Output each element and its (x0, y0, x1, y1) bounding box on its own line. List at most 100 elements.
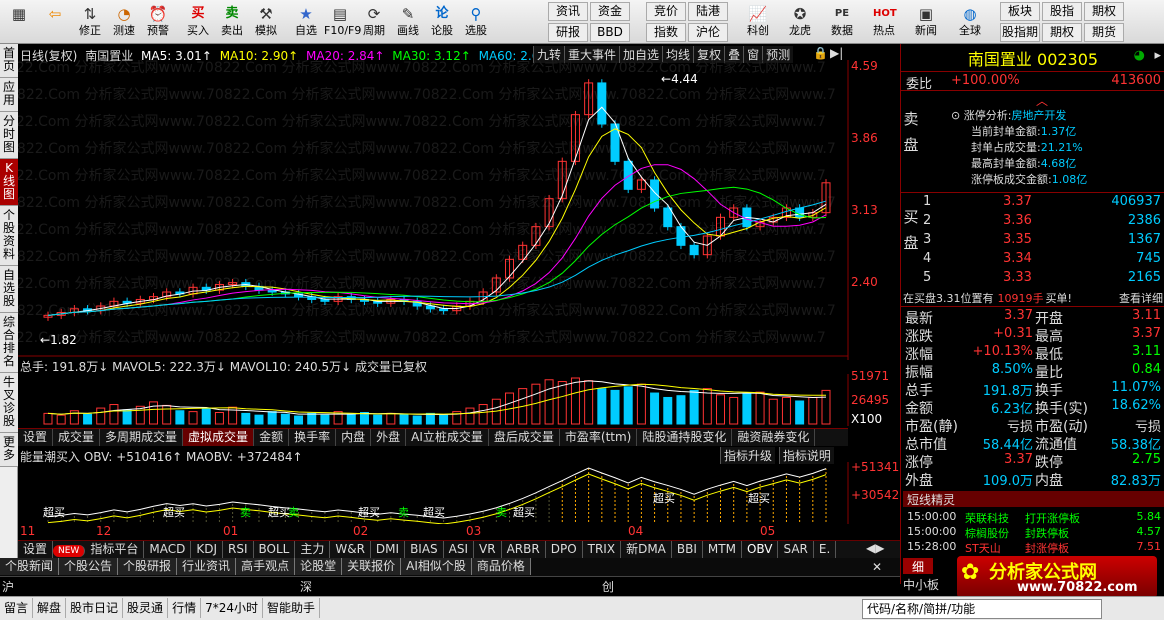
left-tab-3[interactable]: K线图 (0, 159, 18, 206)
close-news-icon[interactable]: ✕ (872, 560, 882, 574)
indicator-tab[interactable]: ASI (444, 541, 475, 558)
toolbar-link[interactable]: 竞价 (646, 2, 686, 21)
left-tab-5[interactable]: 自选股 (0, 266, 18, 313)
status-link[interactable]: 股灵通 (123, 598, 169, 618)
全球-toolbar-button[interactable]: ◍ 全球 (952, 2, 988, 42)
left-tab-1[interactable]: 应用 (0, 78, 18, 112)
bid-row[interactable]: 1 3.37 406937 (921, 194, 1164, 213)
indicator-tab[interactable]: NEW (53, 545, 86, 557)
kline-chart[interactable]: 0822.Com 分析家公式网www.70822.Com 分析家公式网www.7… (18, 60, 900, 360)
indicator-tab[interactable]: 主力 (295, 541, 331, 558)
toolbar-link[interactable]: 期货 (1084, 23, 1124, 42)
news-tab[interactable]: 个股研报 (118, 558, 178, 575)
toolbar-link[interactable]: 陆港 (688, 2, 728, 21)
indicator-tab[interactable]: ARBR (502, 541, 546, 558)
indicator-tab[interactable]: BOLL (254, 541, 296, 558)
left-tab-7[interactable]: 牛叉诊股 (0, 373, 18, 433)
news-tab[interactable]: 个股公告 (59, 558, 119, 575)
toolbar-link[interactable]: 资金 (590, 2, 630, 21)
indicator-tab[interactable]: 设置 (18, 541, 54, 558)
toolbar-link[interactable]: 指数 (646, 23, 686, 42)
left-tab-0[interactable]: 首页 (0, 44, 18, 78)
grid-toolbar-button[interactable]: ▦ (2, 2, 36, 42)
news-tab[interactable]: 高手观点 (236, 558, 296, 575)
indicator-tab[interactable]: KDJ (191, 541, 223, 558)
indicator-tab[interactable]: OBV (742, 541, 779, 558)
toolbar-link[interactable]: 股指 (1042, 2, 1082, 21)
volume-subtab[interactable]: 虚拟成交量 (183, 429, 255, 446)
news-tab[interactable]: 行业资讯 (177, 558, 237, 575)
volume-subtab[interactable]: 陆股通持股变化 (637, 429, 733, 446)
news-tab[interactable]: 商品价格 (471, 558, 531, 575)
index-label[interactable]: 创 (602, 578, 614, 595)
买入-toolbar-button[interactable]: 买买入 (182, 2, 214, 42)
科创-toolbar-button[interactable]: 📈 科创 (740, 2, 776, 42)
index-label[interactable]: 深 (300, 578, 312, 595)
scroll-left-icon[interactable]: ◀▶ (866, 541, 884, 555)
status-link[interactable]: 智能助手 (263, 598, 320, 618)
测速-toolbar-button[interactable]: ◔ 测速 (108, 2, 140, 42)
status-link[interactable]: 股市日记 (66, 598, 124, 618)
龙虎-toolbar-button[interactable]: ✪ 龙虎 (782, 2, 818, 42)
选股-toolbar-button[interactable]: ⚲ 选股 (460, 2, 492, 42)
volume-subtab[interactable]: 设置 (18, 429, 54, 446)
volume-subtab[interactable]: 金额 (254, 429, 290, 446)
自选-toolbar-button[interactable]: ★ 自选 (290, 2, 322, 42)
volume-subtab[interactable]: 换手率 (289, 429, 337, 446)
indicator-tab[interactable]: MACD (144, 541, 192, 558)
模拟-toolbar-button[interactable]: ⚒ 模拟 (250, 2, 282, 42)
indicator-tab[interactable]: VR (474, 541, 502, 558)
F10/F9-toolbar-button[interactable]: ▤ F10/F9 (324, 2, 361, 42)
bid-row[interactable]: 5 3.33 2165 (921, 270, 1164, 289)
volume-subtab[interactable]: AI立桩成交量 (406, 429, 489, 446)
expand-icon[interactable]: ▸ (1154, 48, 1161, 63)
indicator-tab[interactable]: E. (814, 541, 837, 558)
热点-toolbar-button[interactable]: HOT 热点 (866, 2, 902, 42)
修正-toolbar-button[interactable]: ⇅ 修正 (74, 2, 106, 42)
toolbar-link[interactable]: 股指期 (1000, 23, 1040, 42)
news-tab[interactable]: 关联报价 (342, 558, 402, 575)
indicator-tab[interactable]: W&R (330, 541, 371, 558)
status-link[interactable]: 7*24小时 (201, 598, 263, 618)
status-link[interactable]: 行情 (168, 598, 202, 618)
collapse-icon[interactable]: ︿ (1036, 92, 1048, 109)
volume-chart[interactable] (18, 374, 900, 426)
status-link[interactable]: 留言 (0, 598, 34, 618)
toolbar-link[interactable]: 期权 (1042, 23, 1082, 42)
画线-toolbar-button[interactable]: ✎ 画线 (392, 2, 424, 42)
volume-subtab[interactable]: 外盘 (371, 429, 407, 446)
indicator-tab[interactable]: 指标平台 (85, 541, 145, 558)
toolbar-link[interactable]: 研报 (548, 23, 588, 42)
left-tab-8[interactable]: 更多 (0, 433, 18, 467)
view-detail-link[interactable]: 查看详细 (1119, 290, 1163, 306)
indicator-tab[interactable]: 新DMA (621, 541, 672, 558)
status-link[interactable]: 解盘 (33, 598, 67, 618)
indicator-tab[interactable]: MTM (703, 541, 742, 558)
app-icon[interactable]: ◕ (1134, 48, 1145, 63)
news-tab[interactable]: AI相似个股 (401, 558, 472, 575)
indicator-tab[interactable]: SAR (778, 541, 814, 558)
toolbar-link[interactable]: 沪伦 (688, 23, 728, 42)
indicator-tab[interactable]: RSI (223, 541, 254, 558)
bid-row[interactable]: 4 3.34 745 (921, 251, 1164, 270)
left-tab-4[interactable]: 个股资料 (0, 206, 18, 266)
预警-toolbar-button[interactable]: ⏰ 预警 (142, 2, 174, 42)
volume-subtab[interactable]: 市盈率(ttm) (560, 429, 638, 446)
toolbar-link[interactable]: 期权 (1084, 2, 1124, 21)
tab-block[interactable]: 中小板 (903, 576, 963, 593)
bid-row[interactable]: 3 3.35 1367 (921, 232, 1164, 251)
indicator-tab[interactable]: DPO (546, 541, 583, 558)
volume-subtab[interactable]: 多周期成交量 (100, 429, 184, 446)
index-label[interactable]: 沪 (2, 578, 14, 595)
volume-subtab[interactable]: 融资融券变化 (732, 429, 816, 446)
indicator-tab[interactable]: BIAS (405, 541, 444, 558)
新闻-toolbar-button[interactable]: ▣ 新闻 (908, 2, 944, 42)
论股-toolbar-button[interactable]: 论论股 (426, 2, 458, 42)
数据-toolbar-button[interactable]: PE 数据 (824, 2, 860, 42)
indicator-tab[interactable]: DMI (371, 541, 406, 558)
bid-row[interactable]: 2 3.36 2386 (921, 213, 1164, 232)
卖出-toolbar-button[interactable]: 卖卖出 (216, 2, 248, 42)
panel-toggle-icon[interactable]: ▶| (830, 46, 843, 60)
indicator-tab[interactable]: TRIX (583, 541, 622, 558)
code-search-input[interactable]: 代码/名称/简拼/功能 (862, 599, 1102, 619)
